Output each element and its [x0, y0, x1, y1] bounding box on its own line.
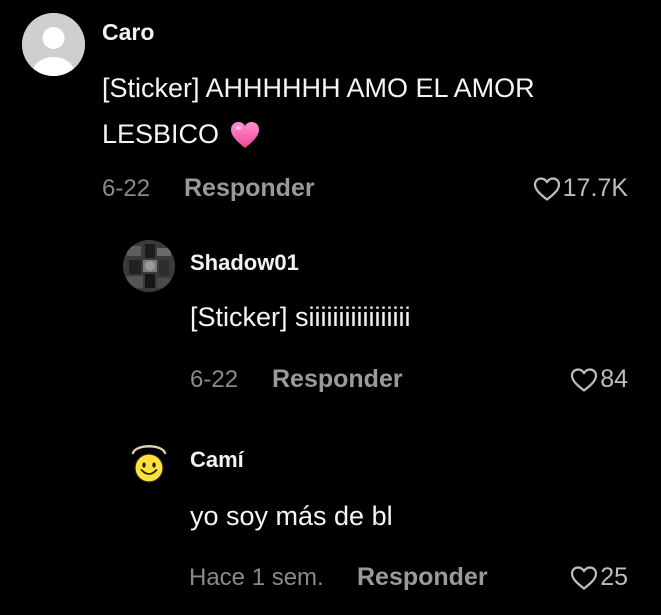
- reply-button[interactable]: Responder: [272, 365, 403, 394]
- heart-outline-icon: [571, 565, 598, 590]
- like-button[interactable]: 17.7K: [533, 174, 628, 203]
- like-button[interactable]: 25: [570, 563, 628, 592]
- default-avatar-icon: [22, 13, 85, 76]
- user-avatar[interactable]: [126, 440, 172, 486]
- like-count: 84: [600, 365, 628, 393]
- user-avatar[interactable]: [123, 240, 175, 292]
- comment-date: Hace 1 sem.: [189, 564, 324, 591]
- comment-username[interactable]: Shadow01: [190, 250, 299, 276]
- comment-text: yo soy más de bl: [190, 501, 393, 531]
- comment-date: 6-22: [190, 366, 239, 393]
- pink-heart-emoji-icon: [229, 116, 261, 156]
- comment-text: [Sticker] AHHHHHH AMO EL AMOR: [102, 73, 535, 103]
- reply-button[interactable]: Responder: [357, 563, 488, 592]
- comment-username[interactable]: Camí: [190, 447, 244, 473]
- heart-outline-icon: [571, 367, 598, 392]
- comment-text-line2: LESBICO: [102, 114, 261, 156]
- comment-date: 6-22: [102, 175, 151, 202]
- comment-text: [Sticker] siiiiiiiiiiiiiiiii: [190, 302, 411, 332]
- reply-button[interactable]: Responder: [184, 174, 315, 203]
- like-button[interactable]: 84: [570, 365, 628, 394]
- heart-outline-icon: [533, 176, 560, 201]
- comment-username[interactable]: Caro: [102, 19, 154, 46]
- comment-text-word: LESBICO: [102, 119, 220, 149]
- smiley-halo-avatar-icon: [126, 440, 172, 486]
- user-avatar[interactable]: [22, 13, 85, 76]
- like-count: 17.7K: [562, 174, 628, 202]
- shadow-avatar-icon: [123, 240, 175, 292]
- like-count: 25: [600, 563, 628, 591]
